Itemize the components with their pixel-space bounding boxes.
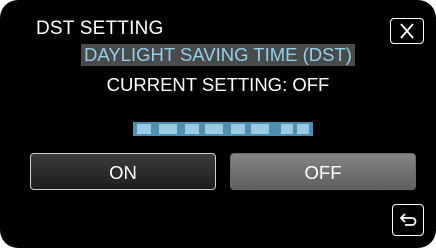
page-title: DST SETTING xyxy=(36,18,164,39)
current-setting-text: CURRENT SETTING: OFF xyxy=(106,74,330,95)
return-arrow-icon xyxy=(399,213,417,226)
close-icon xyxy=(400,23,414,39)
off-button[interactable]: OFF xyxy=(230,153,416,190)
back-button[interactable] xyxy=(392,204,424,236)
dst-subtitle-text: DAYLIGHT SAVING TIME (DST) xyxy=(81,44,355,66)
dst-setting-screen: DST SETTING DAYLIGHT SAVING TIME (DST) C… xyxy=(0,0,436,248)
on-button[interactable]: ON xyxy=(30,153,216,190)
loading-bar xyxy=(133,122,313,136)
close-button[interactable] xyxy=(390,18,424,44)
